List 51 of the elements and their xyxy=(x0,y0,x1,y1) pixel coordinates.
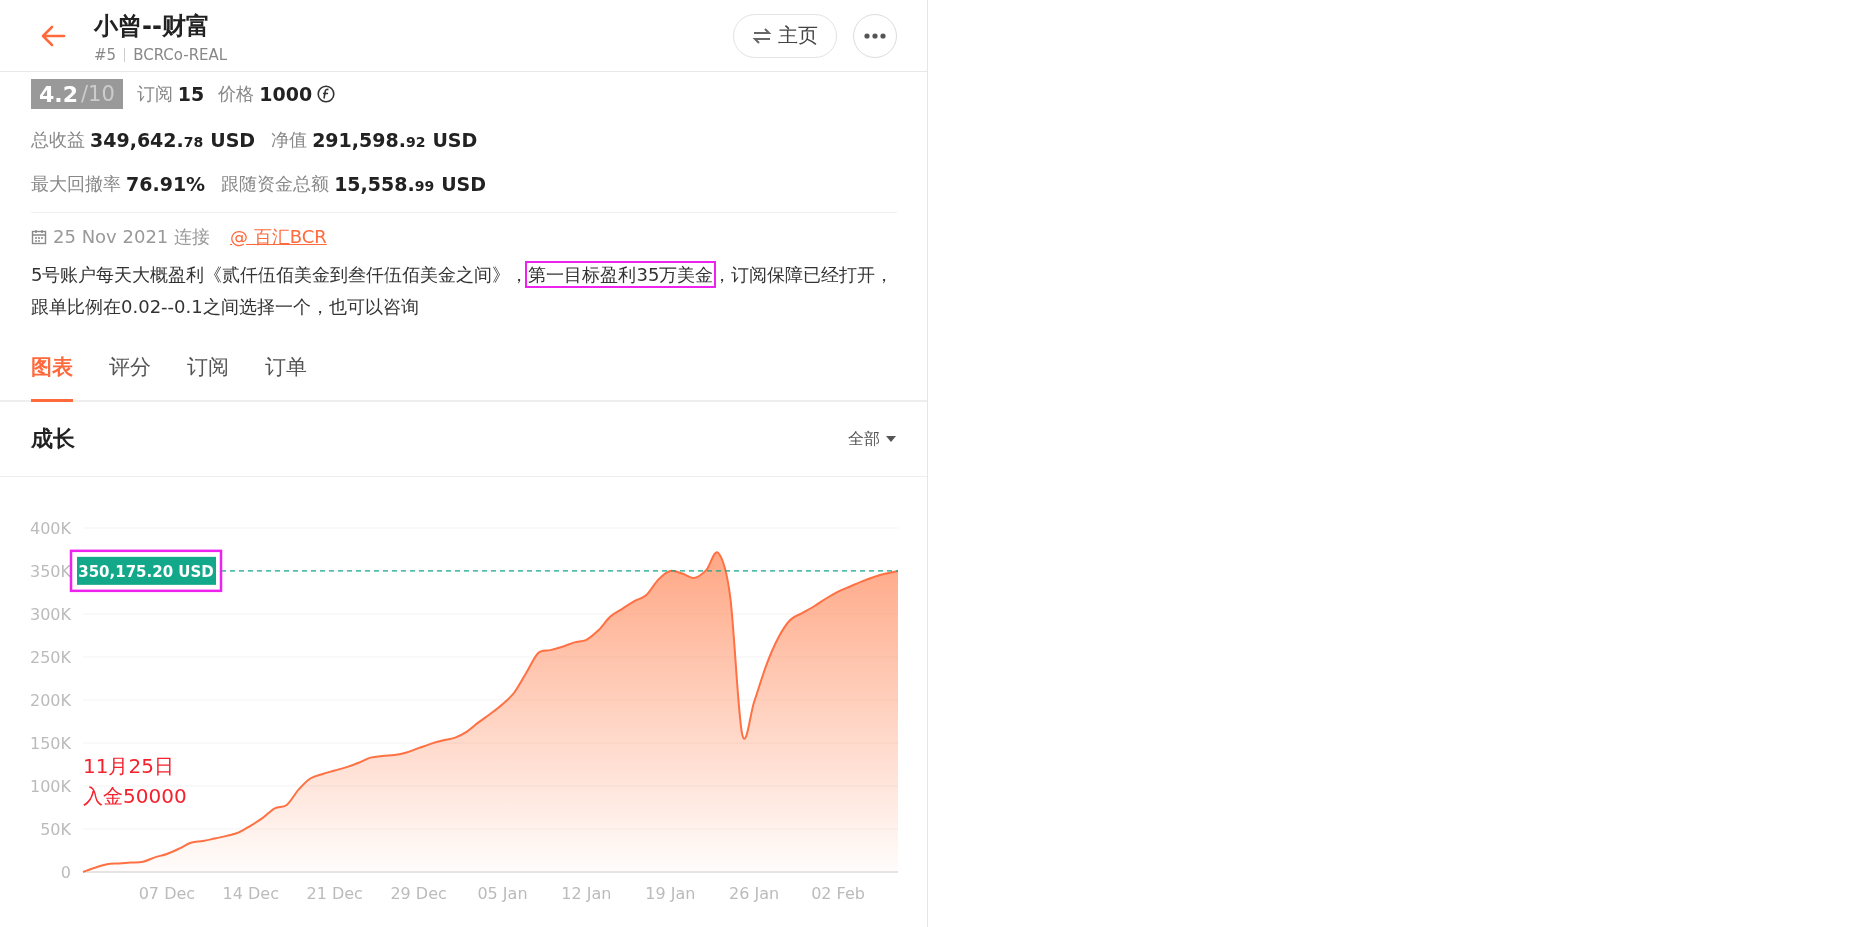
metric-value: 291,598.92 USD xyxy=(312,129,478,151)
y-axis-label: 350K xyxy=(29,562,71,581)
stat-label: 订阅 xyxy=(136,82,173,106)
y-axis-label: 200K xyxy=(29,691,71,710)
metric-label: 跟随资金总额 xyxy=(221,172,330,196)
y-axis-label: 100K xyxy=(29,777,71,796)
description: 5号账户每天大概盈利《贰仟伍佰美金到叁仟伍佰美金之间》，第一目标盈利35万美金，订阅保障已经打开，跟单比例在0.02--0.1之间选择一个，也可以咨询 xyxy=(31,259,897,323)
tab[interactable]: 评分 xyxy=(109,345,151,402)
y-axis-label: 400K xyxy=(29,519,71,538)
metric-value: 349,642.78 USD xyxy=(90,129,256,151)
metric-value: 76.91% xyxy=(126,173,206,195)
x-axis-label: 19 Jan xyxy=(645,884,696,903)
ref-line-label: 350,175.20 USD xyxy=(78,562,214,581)
value-badge: 350,175.20 USD xyxy=(69,549,223,593)
y-axis-label: 300K xyxy=(29,605,71,624)
section-title: 成长 xyxy=(31,425,75,453)
stat-label: 价格 xyxy=(218,82,255,106)
stat-value: 15 xyxy=(177,83,205,105)
more-icon xyxy=(864,32,886,39)
x-axis-label: 29 Dec xyxy=(390,884,447,903)
tab[interactable]: 订阅 xyxy=(187,345,229,402)
x-axis-label: 02 Feb xyxy=(811,884,865,903)
coin-icon xyxy=(317,85,336,103)
swap-icon xyxy=(752,27,772,44)
x-axis-label: 26 Jan xyxy=(729,884,780,903)
x-axis-label: 05 Jan xyxy=(477,884,528,903)
trader-name: 小曾--财富 xyxy=(94,10,211,42)
y-axis-label: 50K xyxy=(40,820,71,839)
home-button[interactable]: 主页 xyxy=(733,13,837,58)
back-icon[interactable] xyxy=(40,24,66,47)
metric-label: 总收益 xyxy=(31,128,85,152)
annotation-text: 11月25日 入金50000 xyxy=(83,754,187,808)
metric-value: 15,558.99 USD xyxy=(334,173,487,195)
stat-value: 1000 xyxy=(259,83,313,105)
x-axis-label: 14 Dec xyxy=(222,884,279,903)
tab[interactable]: 订单 xyxy=(265,345,307,402)
account-name: BCRCo-REAL xyxy=(133,45,228,64)
range-dropdown[interactable]: 全部 xyxy=(848,428,896,450)
y-axis-label: 0 xyxy=(60,863,71,882)
x-axis-label: 07 Dec xyxy=(138,884,196,903)
connection-date: 25 Nov 2021 连接 xyxy=(53,225,210,249)
x-axis-label: 21 Dec xyxy=(306,884,363,903)
calendar-icon xyxy=(31,229,47,245)
metric-label: 最大回撤率 xyxy=(31,172,121,196)
metric-label: 净值 xyxy=(271,128,308,152)
caret-icon xyxy=(886,436,896,442)
y-axis-label: 150K xyxy=(29,734,71,753)
y-axis-label: 250K xyxy=(29,648,71,667)
more-button[interactable] xyxy=(853,13,897,58)
rank: #5 xyxy=(94,45,117,64)
x-axis-label: 12 Jan xyxy=(561,884,612,903)
